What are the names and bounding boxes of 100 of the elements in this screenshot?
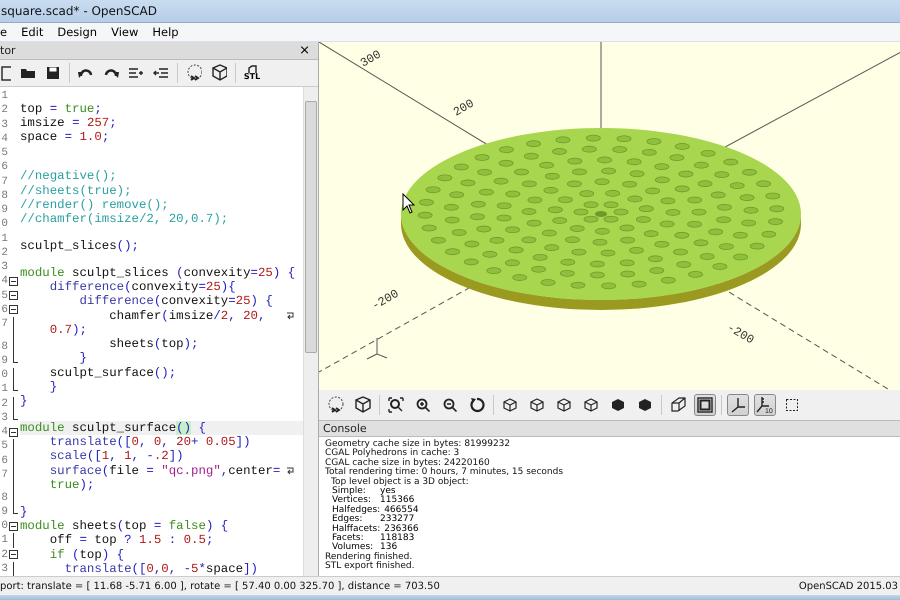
line-number: 7	[0, 174, 8, 189]
line-number: 5	[0, 146, 8, 160]
render-icon	[186, 64, 202, 82]
cursor-icon	[402, 192, 416, 214]
code-line: 0.7);	[48, 322, 87, 338]
cube-icon	[503, 398, 517, 412]
code-line: if (top) {	[48, 548, 124, 562]
line-number: 3	[0, 410, 8, 426]
line-number: 6	[0, 302, 8, 317]
code-line: //sheets(true);	[20, 184, 132, 198]
code-line: surface(file = "qc.png",center=	[48, 464, 280, 478]
code-line: module sculpt_surface() {	[20, 420, 206, 436]
line-number: 6	[0, 160, 8, 174]
line-number: 7	[0, 468, 8, 482]
code-line: space = 1.0;	[20, 130, 110, 144]
code-line: module sculpt_slices (convexity=25) {	[20, 266, 296, 280]
line-number: 1	[0, 232, 8, 246]
line-number: 1	[0, 382, 8, 397]
pane-title: tor	[0, 44, 16, 57]
cube-icon	[530, 398, 544, 412]
render-icon	[327, 396, 345, 414]
line-number: 3	[0, 260, 8, 274]
indent-icon	[128, 67, 144, 79]
perspective-icon	[670, 397, 686, 413]
cube-icon	[638, 398, 652, 412]
undo-icon	[78, 67, 94, 79]
code-line: sculpt_slices();	[20, 239, 139, 254]
file-icon	[247, 65, 257, 73]
orthogonal-icon	[697, 397, 713, 413]
code-line: //negative();	[20, 169, 117, 184]
console-value: 466554	[384, 506, 419, 515]
line-number: 9	[0, 354, 8, 368]
3d-viewport[interactable]: 300 200 -200 -200	[319, 42, 900, 390]
console-line: Rendering finished.	[325, 552, 412, 562]
new-file-icon	[1, 66, 11, 80]
save-icon	[46, 66, 60, 80]
code-line: }	[20, 394, 28, 408]
line-number: 4	[0, 274, 8, 288]
reset-view-icon	[469, 397, 485, 413]
cube-icon	[557, 398, 571, 412]
menu-item[interactable]: Design	[57, 25, 106, 39]
fold-toggle-icon[interactable]	[9, 305, 18, 314]
axis-label: -200	[370, 286, 402, 313]
code-line: //chamfer(imsize/2, 20,0.7);	[20, 212, 228, 226]
redo-icon	[103, 67, 119, 79]
console-value: 115366	[380, 496, 414, 506]
line-number: 7	[0, 317, 8, 332]
line-number: 8	[0, 188, 8, 203]
console-value: 236366	[384, 524, 419, 534]
console-line: Top level object is a 3D object:	[330, 478, 469, 487]
menu-item[interactable]: View	[111, 25, 146, 39]
console-value: yes	[380, 487, 396, 496]
code-line: difference(convexity=25) {	[78, 294, 273, 309]
code-line: difference(convexity=25){	[48, 280, 236, 294]
line-number: 0	[0, 519, 8, 534]
console-label: Volumes:	[332, 543, 374, 552]
axes-button[interactable]	[727, 394, 749, 416]
code-line: module sheets(top = false) {	[20, 519, 228, 534]
line-number: 2	[0, 548, 8, 562]
pane-title: Console	[323, 422, 367, 435]
console-line: Total rendering time: 0 hours, 7 minutes, 15 seconds	[325, 468, 564, 478]
cube-icon	[211, 64, 227, 82]
line-number: 2	[0, 396, 8, 411]
line-number: 5	[0, 439, 8, 454]
console-label: Vertices:	[332, 496, 371, 506]
line-number: 4	[0, 132, 8, 146]
orthogonal-button[interactable]	[694, 394, 716, 416]
code-line: translate([0,0, -5*space])	[64, 562, 258, 576]
export-stl-button[interactable]: STL	[243, 62, 261, 84]
close-button[interactable]: ×	[297, 44, 312, 58]
zoom-fit-icon	[388, 397, 404, 413]
fold-toggle-icon[interactable]	[9, 276, 18, 286]
console-label: Halfedges:	[332, 506, 380, 515]
fold-toggle-icon[interactable]	[9, 522, 18, 530]
line-number: 0	[0, 217, 8, 232]
cube-icon	[584, 398, 598, 412]
code-line: sheets(top);	[108, 337, 198, 352]
fold-toggle-icon[interactable]	[9, 291, 18, 300]
console-line: Geometry cache size in bytes: 81999232	[325, 440, 510, 449]
scrollbar[interactable]	[303, 87, 318, 576]
line-number: 9	[0, 203, 8, 218]
code-line: }	[48, 380, 58, 394]
line-number: 1	[0, 533, 8, 548]
console-line: CGAL cache size in bytes: 24220160	[325, 458, 490, 468]
cube-icon	[354, 396, 372, 414]
status-text: port: translate = [ 11.68 -5.71 6.00 ], rotate = [ 57.40 0.00 325.70 ], distance = 703.50	[0, 580, 440, 592]
menu-item[interactable]: e	[0, 25, 16, 39]
console-label: Halffacets:	[332, 524, 380, 534]
menu-item[interactable]: Help	[152, 25, 187, 39]
zoom-out-icon	[443, 398, 457, 412]
folder-icon	[20, 67, 36, 79]
menu-item[interactable]: Edit	[21, 25, 52, 39]
fold-toggle-icon[interactable]	[9, 428, 18, 437]
axis-label: -200	[724, 321, 756, 348]
axes-indicator-icon	[366, 338, 388, 360]
console-label: Facets:	[332, 534, 364, 543]
fold-toggle-icon[interactable]	[9, 550, 18, 559]
code-line: }	[20, 504, 28, 520]
code-line: }	[78, 351, 87, 366]
line-number: 2	[0, 246, 8, 260]
